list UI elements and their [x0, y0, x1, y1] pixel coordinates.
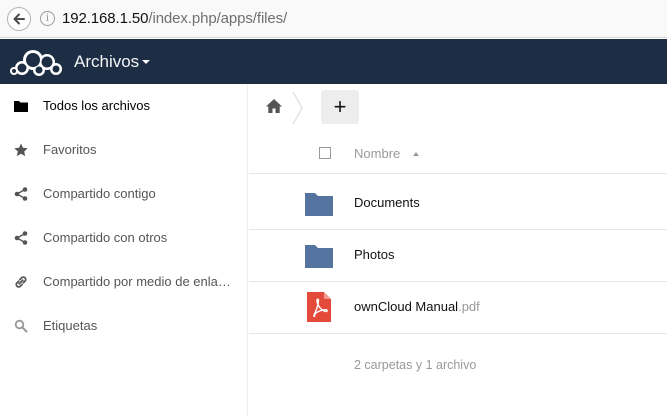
app-header: Archivos: [0, 39, 667, 84]
sidebar-item-label: Favoritos: [43, 142, 97, 157]
owncloud-logo-icon[interactable]: [9, 48, 65, 76]
select-all-checkbox[interactable]: [319, 147, 331, 159]
table-row[interactable]: ownCloud Manual.pdf: [249, 282, 667, 334]
site-info-icon[interactable]: i: [40, 11, 55, 26]
file-extension: .pdf: [458, 299, 480, 314]
sidebar-item-label: Compartido contigo: [43, 186, 156, 201]
file-name-base: ownCloud Manual: [354, 299, 459, 314]
caret-down-icon: [142, 60, 150, 64]
sidebar-item-all-files[interactable]: Todos los archivos: [0, 84, 247, 128]
pdf-icon: [307, 292, 331, 322]
sidebar-item-label: Compartido por medio de enla…: [43, 274, 231, 289]
file-name[interactable]: Photos: [354, 246, 394, 264]
sort-by-name-header[interactable]: Nombre: [354, 145, 400, 163]
sidebar-item-shared-with-others[interactable]: Compartido con otros: [0, 216, 247, 260]
url-host: 192.168.1.50: [62, 10, 149, 27]
sidebar-item-tags[interactable]: Etiquetas: [0, 304, 247, 348]
arrow-left-icon: [13, 13, 25, 25]
sort-ascending-icon: [413, 152, 419, 156]
url-bar[interactable]: 192.168.1.50/index.php/apps/files/: [62, 9, 287, 29]
url-path: /index.php/apps/files/: [148, 10, 288, 27]
folder-icon: [13, 98, 29, 114]
search-icon: [13, 318, 29, 334]
sidebar-item-shared-with-you[interactable]: Compartido contigo: [0, 172, 247, 216]
file-name[interactable]: Documents: [354, 194, 420, 212]
sidebar-item-label: Etiquetas: [43, 318, 98, 333]
share-icon: [13, 230, 29, 246]
link-icon: [13, 274, 29, 290]
file-list-header: Nombre: [249, 134, 667, 174]
sidebar-item-shared-by-link[interactable]: Compartido por medio de enla…: [0, 260, 247, 304]
file-name[interactable]: ownCloud Manual.pdf: [354, 298, 480, 316]
folder-icon: [305, 245, 333, 268]
new-file-button[interactable]: +: [321, 90, 359, 124]
sidebar-item-favorites[interactable]: Favoritos: [0, 128, 247, 172]
file-name-base: Photos: [354, 247, 395, 262]
file-name-base: Documents: [354, 195, 420, 210]
star-icon: [13, 142, 29, 158]
folder-icon: [305, 193, 333, 216]
file-list-panel: + Nombre Documents Photos ownCloud Manua…: [249, 84, 667, 416]
table-row[interactable]: Photos: [249, 230, 667, 282]
browser-toolbar: i 192.168.1.50/index.php/apps/files/: [0, 0, 667, 38]
share-icon: [13, 186, 29, 202]
breadcrumb-separator-icon: [292, 91, 303, 125]
back-button[interactable]: [7, 7, 31, 31]
table-row[interactable]: Documents: [249, 178, 667, 230]
file-summary: 2 carpetas y 1 archivo: [354, 358, 477, 372]
home-icon[interactable]: [265, 98, 283, 114]
sidebar-item-label: Todos los archivos: [43, 98, 150, 113]
sidebar-item-label: Compartido con otros: [43, 230, 168, 245]
sidebar: Todos los archivos Favoritos Compartido …: [0, 84, 248, 416]
app-menu-button[interactable]: Archivos: [74, 51, 139, 73]
